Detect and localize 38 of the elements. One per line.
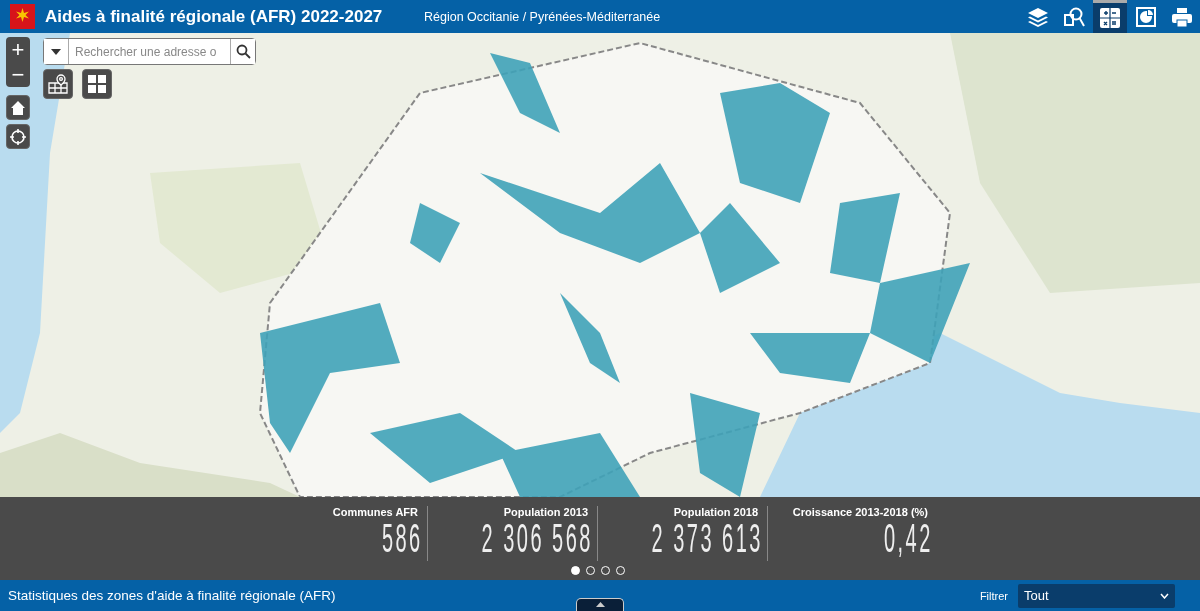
stat-value: 2 306 568 [481,518,593,558]
home-icon [10,99,26,116]
search-icon [1063,5,1085,28]
page-dot[interactable] [571,566,580,575]
printer-icon [1171,5,1193,28]
pie-chart-icon [1135,5,1157,28]
search-source-dropdown[interactable] [44,39,69,64]
tool-button[interactable] [1093,0,1127,33]
grid-icon [88,75,106,93]
stat-label: Communes AFR [332,506,418,518]
region-subtitle: Région Occitanie / Pyrénées-Méditerranée [424,9,661,24]
app-title: Aides à finalité régionale (AFR) 2022-2027 [45,6,384,27]
search-bar[interactable]: Rechercher une adresse o [43,38,256,65]
filter-label: Filtrer [979,589,1008,602]
stat-label: Population 2018 [673,506,758,518]
calculator-icon [1099,7,1121,29]
stat-value: 586 [382,518,423,558]
search-icon [235,44,251,59]
caret-icon [51,48,61,55]
stat-label: Population 2013 [503,506,588,518]
locate-button[interactable] [6,124,30,149]
caret-up-icon [595,602,605,607]
panel-title: Statistiques des zones d'aide à finalité régionale (AFR) [8,588,336,603]
zoom-out-button[interactable]: − [6,62,30,87]
layers-icon [1027,5,1049,28]
home-button[interactable] [6,95,30,120]
stat-value: 0,42 [884,518,933,558]
basemap-gallery-button[interactable] [82,69,112,99]
map-pin-grid-icon [48,74,68,94]
expand-panel-button[interactable] [576,598,624,611]
search-button[interactable] [230,39,255,64]
crosshair-icon [10,128,26,145]
chevron-down-icon [1160,592,1169,599]
zoom-in-button[interactable]: + [6,37,30,62]
stat-label: Croissance 2013-2018 (%) [792,506,928,518]
stat-value: 2 373 613 [651,518,763,558]
parcel-locator-button[interactable] [43,69,73,99]
filter-dropdown[interactable]: Tout [1018,583,1175,608]
